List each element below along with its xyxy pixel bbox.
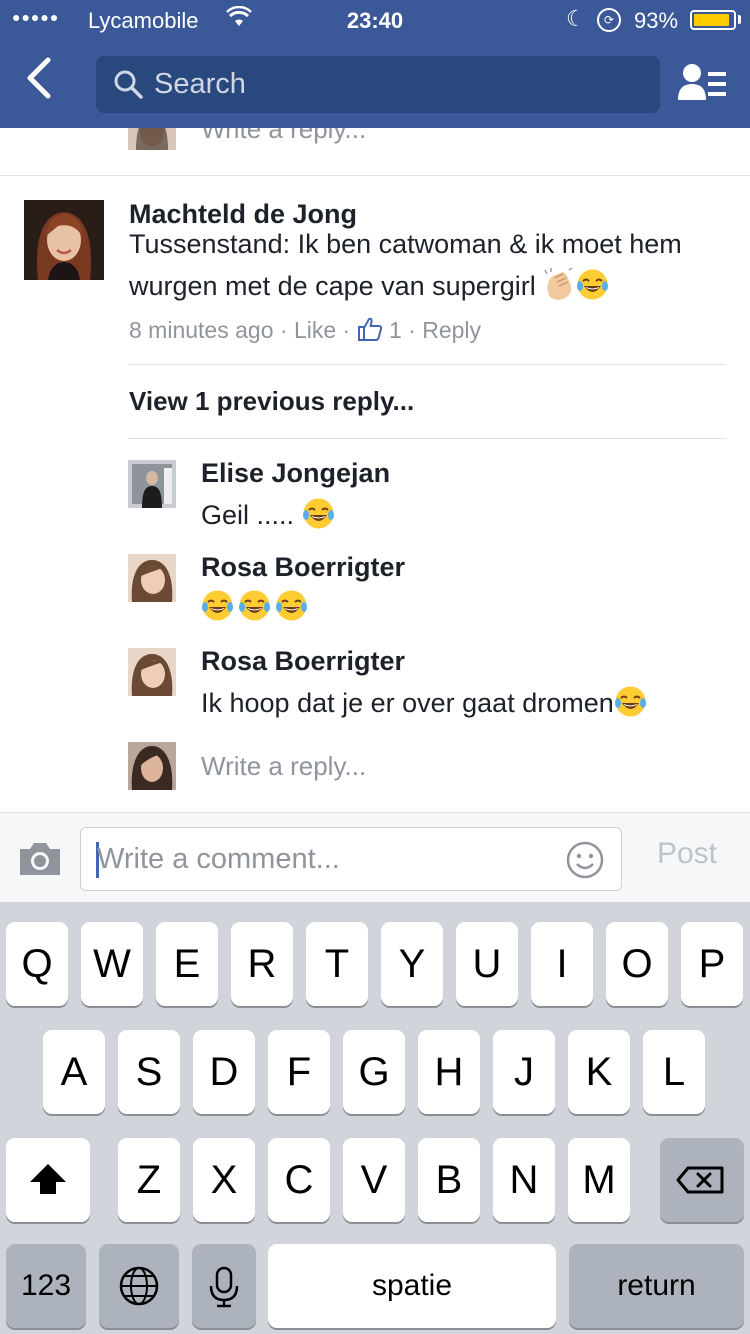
avatar[interactable]	[128, 648, 176, 696]
tears-of-joy-emoji-icon	[576, 268, 609, 301]
avatar[interactable]	[128, 554, 176, 602]
key-r[interactable]: R	[231, 922, 293, 1006]
key-e[interactable]: E	[156, 922, 218, 1006]
battery-percentage: 93%	[634, 8, 679, 33]
search-bar[interactable]	[96, 56, 660, 113]
comment-input[interactable]	[97, 828, 557, 890]
key-t[interactable]: T	[306, 922, 368, 1006]
reply-text: Geil .....	[201, 494, 335, 536]
comment-text: Tussenstand: Ik ben catwoman & ik moet h…	[129, 223, 729, 307]
key-y[interactable]: Y	[381, 922, 443, 1006]
like-link[interactable]: Like	[294, 317, 336, 343]
emoji-picker-icon[interactable]	[565, 840, 605, 880]
rotation-lock-icon: ⟳	[597, 8, 621, 32]
globe-icon	[119, 1266, 159, 1306]
back-button[interactable]	[22, 56, 70, 112]
my-avatar	[128, 742, 176, 790]
keyboard: Q W E R T Y U I O P A S D F G H J K L Z …	[0, 902, 750, 1334]
key-o[interactable]: O	[606, 922, 668, 1006]
key-g[interactable]: G	[343, 1030, 405, 1114]
backspace-icon	[676, 1166, 724, 1194]
reply-author[interactable]: Rosa Boerrigter	[201, 552, 405, 583]
do-not-disturb-moon-icon: ☾	[566, 6, 586, 31]
key-q[interactable]: Q	[6, 922, 68, 1006]
reply-link[interactable]: Reply	[422, 317, 481, 343]
avatar[interactable]	[128, 128, 176, 150]
write-reply-placeholder-partial[interactable]: Write a reply...	[201, 128, 366, 145]
tears-of-joy-emoji-icon	[275, 589, 308, 622]
key-v[interactable]: V	[343, 1138, 405, 1222]
previous-reply-strip: Write a reply...	[0, 128, 750, 176]
globe-key[interactable]	[99, 1244, 179, 1328]
battery-level-fill	[694, 14, 729, 26]
tears-of-joy-emoji-icon	[201, 589, 234, 622]
key-f[interactable]: F	[268, 1030, 330, 1114]
key-b[interactable]: B	[418, 1138, 480, 1222]
key-x[interactable]: X	[193, 1138, 255, 1222]
comment-box[interactable]	[80, 827, 622, 891]
search-input[interactable]	[154, 56, 634, 113]
comment-composer: Post	[0, 812, 750, 902]
reply-author[interactable]: Rosa Boerrigter	[201, 646, 405, 677]
key-a[interactable]: A	[43, 1030, 105, 1114]
shift-key[interactable]	[6, 1138, 90, 1222]
friend-requests-button[interactable]	[676, 60, 730, 110]
reply-text	[201, 586, 308, 628]
avatar[interactable]	[128, 460, 176, 508]
key-u[interactable]: U	[456, 922, 518, 1006]
battery-icon	[690, 10, 736, 30]
tears-of-joy-emoji-icon	[614, 685, 647, 718]
numbers-key[interactable]: 123	[6, 1244, 86, 1328]
key-j[interactable]: J	[493, 1030, 555, 1114]
key-w[interactable]: W	[81, 922, 143, 1006]
separator-dot: ·	[342, 317, 351, 343]
dictation-key[interactable]	[192, 1244, 256, 1328]
reply-author[interactable]: Elise Jongejan	[201, 458, 390, 489]
search-icon	[114, 70, 143, 99]
navigation-bar: ●●●●● Lycamobile 23:40 ☾ ⟳ 93%	[0, 0, 750, 128]
comment-timestamp: 8 minutes ago	[129, 317, 274, 343]
friends-list-icon	[678, 64, 726, 100]
camera-button[interactable]	[16, 839, 64, 879]
avatar[interactable]	[24, 200, 104, 280]
tears-of-joy-emoji-icon	[238, 589, 271, 622]
key-d[interactable]: D	[193, 1030, 255, 1114]
separator-dot: ·	[279, 317, 288, 343]
key-n[interactable]: N	[493, 1138, 555, 1222]
key-m[interactable]: M	[568, 1138, 630, 1222]
status-bar: ●●●●● Lycamobile 23:40 ☾ ⟳ 93%	[0, 0, 750, 40]
reply-text-content: Ik hoop dat je er over gaat dromen	[201, 688, 614, 718]
key-i[interactable]: I	[531, 922, 593, 1006]
thumbs-up-icon	[357, 317, 383, 343]
key-l[interactable]: L	[643, 1030, 705, 1114]
clapping-hands-emoji-icon	[543, 267, 576, 301]
key-c[interactable]: C	[268, 1138, 330, 1222]
return-key[interactable]: return	[569, 1244, 744, 1328]
comment-meta: 8 minutes ago · Like · 1 · Reply	[129, 316, 481, 344]
view-previous-replies-link[interactable]: View 1 previous reply...	[129, 386, 414, 417]
key-k[interactable]: K	[568, 1030, 630, 1114]
separator-dot: ·	[408, 317, 416, 343]
reply-text: Ik hoop dat je er over gaat dromen	[201, 682, 647, 724]
key-s[interactable]: S	[118, 1030, 180, 1114]
key-h[interactable]: H	[418, 1030, 480, 1114]
post-button[interactable]: Post	[640, 837, 734, 881]
like-count: 1	[388, 317, 402, 343]
shift-arrow-icon	[30, 1164, 66, 1194]
delete-key[interactable]	[660, 1138, 744, 1222]
battery-tip	[738, 15, 741, 24]
write-reply-input[interactable]: Write a reply...	[201, 751, 366, 782]
divider	[128, 438, 726, 439]
space-key[interactable]: spatie	[268, 1244, 556, 1328]
tears-of-joy-emoji-icon	[302, 497, 335, 530]
camera-icon	[20, 843, 60, 875]
key-p[interactable]: P	[681, 922, 743, 1006]
microphone-icon	[209, 1266, 239, 1308]
reply-text-content: Geil .....	[201, 500, 302, 530]
divider	[128, 364, 726, 365]
key-z[interactable]: Z	[118, 1138, 180, 1222]
